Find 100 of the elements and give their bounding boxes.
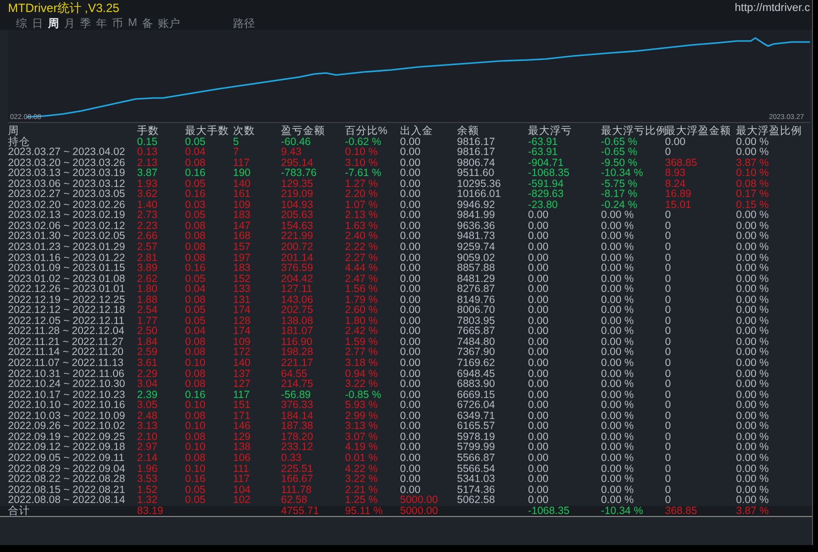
table-cell-text: 117 bbox=[233, 390, 251, 400]
period-cell-text: 2022.10.03 ~ 2022.10.09 bbox=[8, 410, 126, 422]
table-cell-text: 0.05 bbox=[185, 136, 206, 148]
table-cell-text: 0.05 bbox=[185, 305, 206, 316]
table-cell-text: 0.00 bbox=[528, 252, 550, 264]
table-cell-text: 5062.58 bbox=[457, 495, 496, 506]
table-cell-text: 3.07 % bbox=[345, 432, 379, 442]
period-cell-text: 2022.11.28 ~ 2022.12.04 bbox=[8, 326, 126, 337]
table-cell-text: 138 bbox=[233, 442, 252, 453]
table-cell-text: 2.40 % bbox=[345, 231, 379, 242]
table-cell-text: 0.00 bbox=[400, 252, 422, 264]
table-cell-text: 0.00 bbox=[528, 421, 550, 432]
tab[interactable]: 周 bbox=[48, 16, 59, 30]
table-cell-text: 8149.76 bbox=[457, 294, 496, 306]
website-link[interactable]: http://mtdriver.c bbox=[734, 2, 812, 14]
table-cell-text: 0.00 % bbox=[601, 242, 635, 253]
table-cell-text: 3.05 bbox=[137, 400, 158, 411]
tab[interactable]: 账户 bbox=[158, 16, 180, 30]
table-cell-text: 2.73 bbox=[137, 210, 158, 221]
table-cell-text: 0.05 bbox=[185, 210, 206, 221]
table-cell-text: 3.89 bbox=[137, 263, 158, 274]
table-cell-text: 0.15 bbox=[137, 136, 158, 148]
table-cell-text: 2.39 bbox=[137, 390, 158, 400]
table-cell-text: 1.80 % bbox=[345, 316, 379, 326]
table-cell-text: 129.35 bbox=[281, 178, 314, 190]
table-cell-text: 6349.71 bbox=[457, 410, 496, 422]
table-cell-text: 8481.29 bbox=[457, 274, 496, 284]
table-cell-text: 102 bbox=[233, 495, 252, 506]
table-cell-text: -1068.35 bbox=[528, 168, 570, 179]
table-cell-text: 2.50 bbox=[137, 326, 158, 337]
period-cell-text: 2022.12.26 ~ 2023.01.01 bbox=[8, 284, 126, 295]
period-cell-text: 2023.01.02 ~ 2023.01.08 bbox=[8, 274, 126, 284]
table-cell-text: 9636.36 bbox=[457, 220, 496, 232]
table-cell-text: 0.00 % bbox=[736, 316, 770, 326]
table-cell-text: 0.00 % bbox=[736, 390, 770, 400]
tab[interactable]: 备 bbox=[142, 16, 154, 30]
table-cell-text: 109 bbox=[233, 200, 252, 210]
table-cell-text: 0.10 bbox=[185, 442, 206, 453]
tab[interactable]: M bbox=[128, 17, 138, 29]
tab[interactable]: 年 bbox=[96, 16, 107, 30]
table-cell-text: 197 bbox=[233, 252, 252, 264]
table-cell-text: 0 bbox=[665, 484, 672, 496]
table-cell-text: 129 bbox=[233, 432, 252, 442]
table-cell-text: 0 bbox=[665, 495, 672, 506]
table-cell-text: 1.63 % bbox=[345, 220, 379, 232]
table-cell-text: -783.76 bbox=[281, 168, 318, 179]
table-cell-text: 3.53 bbox=[137, 474, 158, 485]
table-cell-text: 0 bbox=[665, 464, 672, 474]
table-cell-text: 2.21 % bbox=[345, 484, 379, 496]
table-cell-text: 0.10 % bbox=[736, 168, 770, 179]
table-cell-text: 0.08 bbox=[185, 368, 206, 380]
table-cell-text: 9841.99 bbox=[457, 210, 496, 221]
table-cell-text: 0 bbox=[665, 326, 672, 337]
table-cell-text: 0.16 bbox=[185, 263, 206, 274]
table-cell-text: 0.00 % bbox=[736, 379, 770, 390]
table-cell-text: 0.05 bbox=[185, 274, 206, 284]
table-cell-text: 0.00 bbox=[400, 200, 422, 210]
table-cell-text: 0.00 bbox=[528, 305, 550, 316]
tab[interactable]: 币 bbox=[112, 16, 123, 30]
table-cell-text: 9.43 bbox=[281, 147, 302, 158]
table-cell-text: 161 bbox=[233, 189, 252, 200]
table-cell-text: 0.08 bbox=[185, 347, 206, 358]
table-cell-text: -904.71 bbox=[528, 158, 564, 168]
table-cell-text: 104 bbox=[233, 484, 252, 496]
table-cell-text: 221.17 bbox=[281, 358, 314, 369]
table-cell-text: 111 bbox=[233, 464, 250, 474]
table-cell-text: 0.05 bbox=[185, 316, 206, 326]
table-cell-text: 0.00 bbox=[528, 210, 550, 221]
tab[interactable]: 月 bbox=[64, 16, 75, 30]
period-cell-text: 2022.11.21 ~ 2022.11.27 bbox=[8, 336, 125, 348]
tab[interactable]: 路径 bbox=[233, 16, 256, 30]
table-cell-text: 0.08 bbox=[185, 220, 206, 232]
table-cell-text: 0 bbox=[665, 305, 672, 316]
table-cell-text: 7484.80 bbox=[457, 336, 496, 348]
table-cell-text: 0.00 bbox=[400, 421, 422, 432]
table-cell-text: 0.16 bbox=[185, 390, 206, 400]
table-cell-text: 368.85 bbox=[665, 158, 698, 168]
table-cell-text: -23.80 bbox=[528, 200, 559, 210]
table-cell-text: 0.00 bbox=[400, 358, 422, 369]
table-cell-text: 0.00 bbox=[400, 316, 422, 326]
table-cell-text: -0.62 % bbox=[345, 136, 382, 148]
table-cell-text: 1.84 bbox=[137, 336, 158, 348]
table-cell-text: 205.63 bbox=[281, 210, 314, 221]
table-cell-text: 5174.36 bbox=[457, 484, 496, 496]
tab[interactable]: 日 bbox=[32, 16, 43, 30]
table-cell-text: 0.00 bbox=[400, 274, 422, 284]
period-cell-text: 2023.03.06 ~ 2023.03.12 bbox=[8, 178, 126, 190]
table-cell-text: 0.00 bbox=[400, 284, 422, 295]
table-cell-text: 0.00 % bbox=[736, 326, 770, 337]
table-cell-text: 133 bbox=[233, 284, 252, 295]
table-cell-text: 0.00 bbox=[400, 305, 422, 316]
table-cell-text: 9511.60 bbox=[457, 168, 496, 179]
table-cell-text: 0.00 % bbox=[736, 442, 770, 453]
tab[interactable]: 综 bbox=[16, 16, 27, 30]
table-cell-text: 0.00 bbox=[528, 379, 550, 390]
period-cell-text: 2022.12.19 ~ 2022.12.25 bbox=[8, 294, 126, 306]
table-cell-text: 5566.87 bbox=[457, 452, 496, 464]
table-cell-text: 0 bbox=[665, 474, 672, 485]
tab[interactable]: 季 bbox=[80, 16, 91, 30]
table-cell-text: 0.04 bbox=[185, 147, 206, 158]
